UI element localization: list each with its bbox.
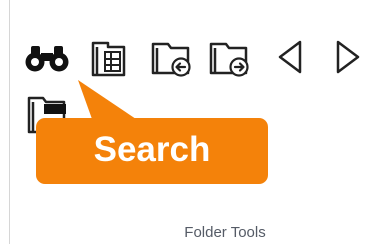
tooltip-text: Search — [93, 130, 211, 169]
ribbon-group-label: Folder Tools — [184, 224, 266, 241]
